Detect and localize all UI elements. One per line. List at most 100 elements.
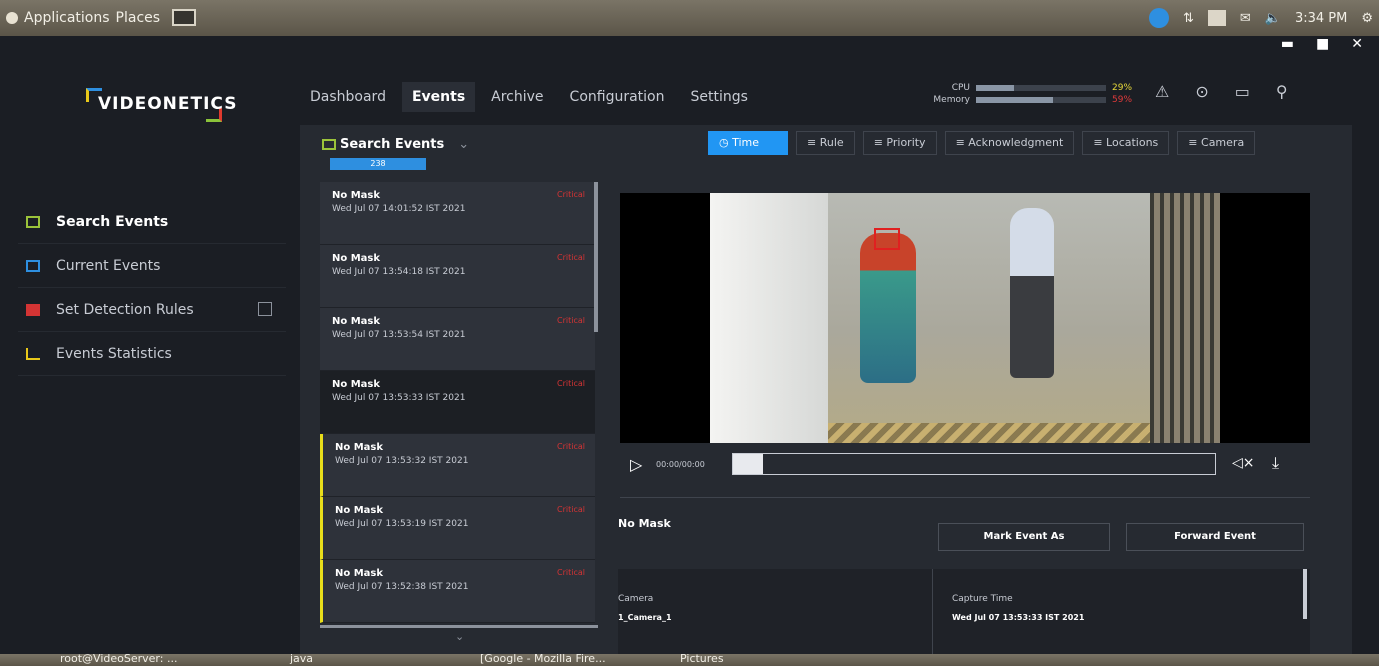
volume-icon[interactable]: 🔈 [1265, 11, 1281, 26]
event-list-hscroll[interactable] [320, 625, 598, 628]
seek-thumb[interactable] [733, 454, 763, 474]
statistics-icon [26, 347, 40, 360]
taskbar-item-java[interactable]: java [290, 654, 313, 665]
playback-time: 00:00/00:00 [656, 460, 705, 469]
capture-time-label: Capture Time [952, 594, 1013, 604]
list-item[interactable]: No Mask Wed Jul 07 13:52:38 IST 2021 Criti… [320, 560, 595, 623]
list-item[interactable]: No Mask Wed Jul 07 13:53:32 IST 2021 Criti… [320, 434, 595, 497]
detection-rules-icon [26, 303, 40, 316]
play-icon[interactable]: ▷ [630, 455, 642, 474]
list-item[interactable]: No Mask Wed Jul 07 13:53:33 IST 2021 Criti… [320, 371, 595, 434]
filter-camera-button[interactable]: ≡ Camera [1177, 131, 1256, 155]
event-date: Wed Jul 07 13:53:32 IST 2021 [335, 456, 469, 466]
power-icon[interactable]: ⚙ [1361, 11, 1373, 26]
applications-menu[interactable]: Applications [24, 10, 110, 26]
event-date: Wed Jul 07 13:52:38 IST 2021 [335, 582, 469, 592]
places-menu[interactable]: Places [116, 10, 161, 26]
filter-acknowledgment-button[interactable]: ≡ Acknowledgment [944, 131, 1075, 155]
memory-meter: Memory 59% [930, 94, 1132, 106]
current-events-icon [26, 259, 40, 272]
list-item[interactable]: No Mask Wed Jul 07 14:01:52 IST 2021 Criti… [320, 182, 595, 245]
video-player-controls: ▷ 00:00/00:00 ◁× ⤓ [620, 447, 1310, 487]
sidebar-item-label: Current Events [56, 257, 161, 274]
close-icon[interactable]: ✕ [1351, 36, 1363, 52]
camera-value: 1_Camera_1 [618, 613, 672, 622]
tab-configuration[interactable]: Configuration [560, 82, 675, 112]
language-tray-icon[interactable] [1207, 10, 1226, 26]
details-scrollbar[interactable] [1303, 569, 1307, 619]
event-title: No Mask [335, 505, 384, 516]
list-item[interactable]: No Mask Wed Jul 07 13:54:18 IST 2021 Criti… [320, 245, 595, 308]
mark-event-button[interactable]: Mark Event As [938, 523, 1110, 551]
download-icon[interactable]: ⤓ [1272, 453, 1279, 473]
app-logo: VIDEONETICS [86, 88, 236, 122]
terminal-launcher-icon[interactable] [172, 9, 197, 26]
mail-icon[interactable]: ✉ [1240, 11, 1251, 26]
event-list: No Mask Wed Jul 07 14:01:52 IST 2021 Criti… [320, 182, 595, 627]
taskbar-item-firefox[interactable]: [Google - Mozilla Fire... [480, 654, 606, 665]
severity-badge: Critical [557, 505, 585, 514]
minimize-icon[interactable]: ▬ [1281, 36, 1294, 52]
tab-archive[interactable]: Archive [481, 82, 553, 112]
event-title: No Mask [332, 253, 381, 264]
capture-time-value: Wed Jul 07 13:53:33 IST 2021 [952, 613, 1085, 622]
tab-dashboard[interactable]: Dashboard [300, 82, 396, 112]
event-video[interactable] [620, 193, 1310, 443]
filter-bar: ◷ Time ≡ Rule ≡ Priority ≡ Acknowledgmen… [708, 131, 1256, 155]
message-icon[interactable]: ▭ [1235, 82, 1250, 101]
taskbar-item-pictures[interactable]: Pictures [680, 654, 724, 665]
memory-value: 59% [1112, 95, 1133, 105]
event-details [618, 569, 1310, 655]
sidebar-item-set-detection-rules[interactable]: Set Detection Rules [18, 288, 286, 332]
cpu-meter: CPU 29% [930, 82, 1132, 94]
cpu-label: CPU [951, 83, 970, 93]
network-icon[interactable]: ⇅ [1183, 11, 1194, 26]
header-icons: ⚠ ⊙ ▭ ⚲ [1155, 82, 1288, 101]
list-item[interactable]: No Mask Wed Jul 07 13:53:19 IST 2021 Criti… [320, 497, 595, 560]
mute-icon[interactable]: ◁× [1232, 455, 1255, 471]
event-title: No Mask [335, 568, 384, 579]
tab-events[interactable]: Events [401, 82, 476, 112]
search-events-icon [26, 215, 40, 228]
clock[interactable]: 3:34 PM [1295, 11, 1347, 26]
tab-settings[interactable]: Settings [681, 82, 758, 112]
filter-time-button[interactable]: ◷ Time [708, 131, 789, 155]
sidebar-item-search-events[interactable]: Search Events [18, 200, 286, 244]
alert-icon[interactable]: ⚠ [1155, 82, 1169, 101]
taskbar-item-terminal[interactable]: root@VideoServer: ... [60, 654, 177, 665]
chat-tray-icon[interactable] [1148, 8, 1169, 28]
event-count-badge: 238 [330, 158, 426, 170]
user-icon[interactable]: ⚲ [1276, 82, 1288, 101]
chevron-down-icon[interactable]: ⌄ [455, 630, 464, 643]
event-date: Wed Jul 07 13:53:54 IST 2021 [332, 330, 466, 340]
filter-priority-button[interactable]: ≡ Priority [862, 131, 937, 155]
os-taskbar: root@VideoServer: ... java [Google - Moz… [0, 654, 1379, 666]
search-events-title: Search Events [340, 137, 445, 152]
system-meters: CPU 29% Memory 59% [930, 82, 1132, 106]
event-date: Wed Jul 07 14:01:52 IST 2021 [332, 204, 466, 214]
severity-badge: Critical [557, 568, 585, 577]
events-panel: Search Events ⌄ 238 ◷ Time ≡ Rule ≡ Prio… [300, 125, 1352, 655]
event-list-scrollbar[interactable] [594, 182, 598, 332]
forward-event-button[interactable]: Forward Event [1126, 523, 1304, 551]
sidebar-item-label: Events Statistics [56, 345, 172, 362]
maximize-icon[interactable]: ■ [1316, 36, 1329, 52]
filter-rule-button[interactable]: ≡ Rule [796, 131, 855, 155]
severity-badge: Critical [557, 190, 585, 199]
severity-badge: Critical [557, 442, 585, 451]
sidebar-item-current-events[interactable]: Current Events [18, 244, 286, 288]
severity-badge: Critical [557, 379, 585, 388]
seek-bar[interactable] [732, 453, 1216, 475]
logo-text: VIDEONETICS [98, 94, 238, 114]
chevron-down-icon[interactable]: ⌄ [458, 137, 469, 152]
search-events-header[interactable]: Search Events ⌄ [322, 137, 469, 152]
filter-locations-button[interactable]: ≡ Locations [1082, 131, 1170, 155]
list-item[interactable]: No Mask Wed Jul 07 13:53:54 IST 2021 Criti… [320, 308, 595, 371]
event-title: No Mask [332, 316, 381, 327]
event-date: Wed Jul 07 13:53:19 IST 2021 [335, 519, 469, 529]
window-controls: ▬ ■ ✕ [1281, 36, 1363, 52]
cpu-value: 29% [1112, 83, 1133, 93]
sidebar-item-events-statistics[interactable]: Events Statistics [18, 332, 286, 376]
help-icon[interactable]: ⊙ [1195, 82, 1208, 101]
expand-rules-icon[interactable] [258, 302, 272, 316]
